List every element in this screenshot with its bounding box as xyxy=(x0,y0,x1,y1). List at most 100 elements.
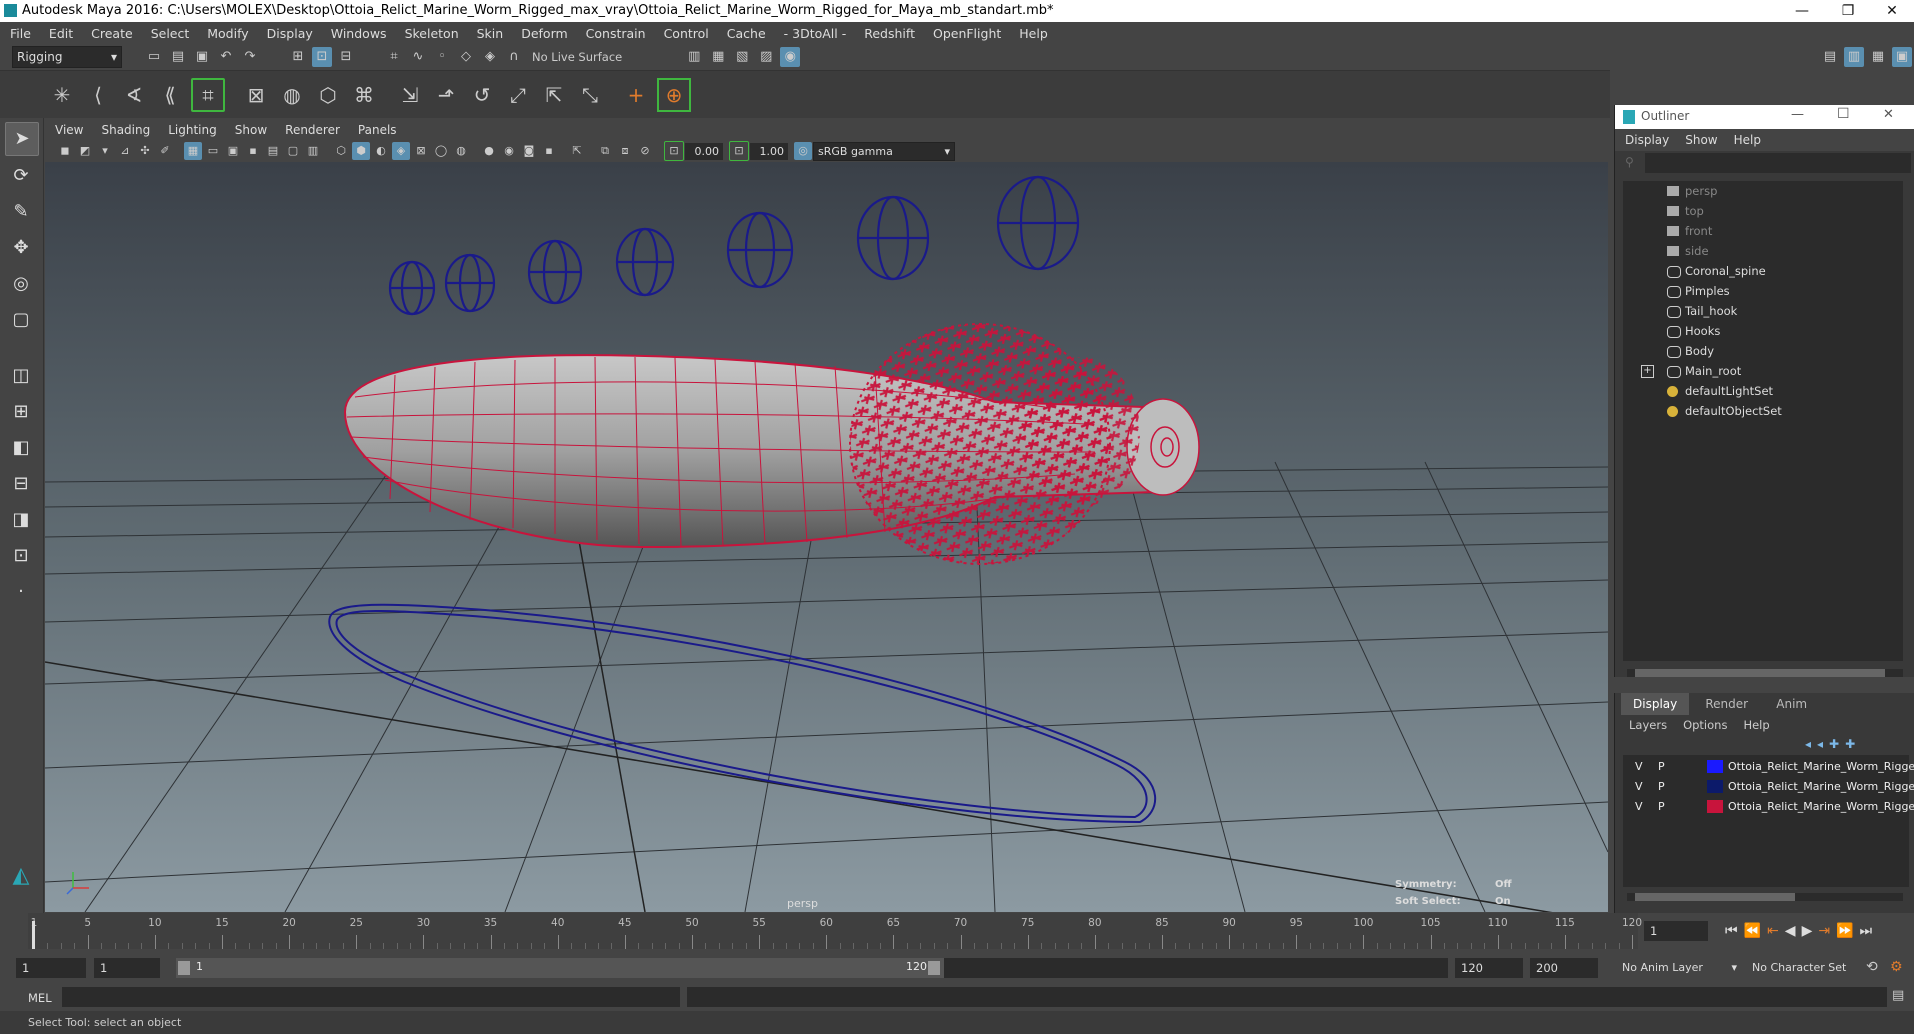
outliner-item-tail-hook[interactable]: Tail_hook xyxy=(1623,301,1903,321)
restore-button[interactable]: ❐ xyxy=(1826,0,1870,22)
outliner-horizontal-scrollbar[interactable] xyxy=(1627,669,1903,677)
playback-toggle[interactable]: P xyxy=(1658,797,1665,816)
time-slider[interactable]: 1510152025303540455055606570758085909510… xyxy=(0,913,1914,955)
attribute-editor-toggle-icon[interactable]: ▥ xyxy=(1844,47,1864,67)
persp-hypershade-layout-icon[interactable]: ◨ xyxy=(5,504,37,536)
visibility-toggle[interactable]: V xyxy=(1635,797,1643,816)
outliner-item-side[interactable]: side xyxy=(1623,241,1903,261)
ipr-render-icon[interactable]: ▧ xyxy=(732,47,752,67)
smooth-bind-icon[interactable]: ◍ xyxy=(277,80,307,110)
play-backward-icon[interactable]: ◀ xyxy=(1785,923,1796,939)
vp-menu-renderer[interactable]: Renderer xyxy=(285,123,340,137)
select-object-icon[interactable]: ⊡ xyxy=(312,47,332,67)
paint-weights-icon[interactable]: ⬡ xyxy=(313,80,343,110)
outliner-close-button[interactable]: ✕ xyxy=(1883,107,1894,122)
menuset-dropdown[interactable]: Rigging ▾ xyxy=(12,46,122,68)
menu-constrain[interactable]: Constrain xyxy=(586,26,646,41)
animation-start-field[interactable]: 1 xyxy=(16,958,86,978)
vp-menu-panels[interactable]: Panels xyxy=(358,123,397,137)
outliner-item-top[interactable]: top xyxy=(1623,201,1903,221)
paint-select-tool-icon[interactable]: ✎ xyxy=(5,196,37,228)
layer-color-swatch[interactable] xyxy=(1707,760,1723,773)
range-start-handle[interactable] xyxy=(178,961,190,975)
outliner-item-default-light-set[interactable]: defaultLightSet xyxy=(1623,381,1903,401)
anim-layer-dropdown[interactable]: No Anim Layer ▾ xyxy=(1622,961,1737,974)
field-chart-icon[interactable]: ▤ xyxy=(264,142,282,160)
command-language-label[interactable]: MEL xyxy=(28,991,52,1005)
anti-aliasing-icon[interactable]: ◙ xyxy=(520,142,538,160)
outliner-maximize-button[interactable]: ☐ xyxy=(1837,106,1850,122)
joint-tool-icon[interactable]: ✳ xyxy=(47,80,77,110)
step-forward-key-icon[interactable]: ⏩ xyxy=(1836,923,1853,939)
current-time-marker[interactable] xyxy=(32,921,35,949)
step-back-frame-icon[interactable]: ⇤ xyxy=(1767,923,1779,939)
vp-menu-show[interactable]: Show xyxy=(235,123,267,137)
range-slider[interactable]: 1 120 xyxy=(176,958,944,978)
shadows-icon[interactable]: ◍ xyxy=(452,142,470,160)
outliner-item-body[interactable]: Body xyxy=(1623,341,1903,361)
menu-cache[interactable]: Cache xyxy=(727,26,766,41)
bookmark-icon[interactable]: ▾ xyxy=(96,142,114,160)
layer-row[interactable]: V P Ottoia_Relict_Marine_Worm_Rigged xyxy=(1625,777,1914,796)
xray-icon[interactable]: ⧉ xyxy=(596,142,614,160)
set-key-icon[interactable]: ⊕ xyxy=(657,77,691,112)
menu-openflight[interactable]: OpenFlight xyxy=(933,26,1001,41)
time-ruler[interactable]: 1510152025303540455055606570758085909510… xyxy=(28,913,1642,949)
go-to-end-icon[interactable]: ⏭ xyxy=(1860,923,1873,939)
snap-grid-icon[interactable]: ⌗ xyxy=(384,47,404,67)
redo-icon[interactable]: ↷ xyxy=(240,47,260,67)
script-editor-icon[interactable]: ▤ xyxy=(1892,988,1904,1003)
outliner-item-persp[interactable]: persp xyxy=(1623,181,1903,201)
layer-row[interactable]: V P Ottoia_Relict_Marine_Worm_Rigged xyxy=(1625,757,1914,776)
pole-vector-icon[interactable]: ⤡ xyxy=(575,80,605,110)
vp-menu-shading[interactable]: Shading xyxy=(101,123,150,137)
color-space-dropdown[interactable]: sRGB gamma ▾ xyxy=(813,141,955,161)
step-back-key-icon[interactable]: ⏪ xyxy=(1744,923,1761,939)
outliner-layout-icon[interactable]: ⊡ xyxy=(5,540,37,572)
resolution-gate-icon[interactable]: ▣ xyxy=(224,142,242,160)
four-view-layout-icon[interactable]: ⊞ xyxy=(5,396,37,428)
open-scene-icon[interactable]: ▤ xyxy=(168,47,188,67)
close-button[interactable]: ✕ xyxy=(1870,0,1914,22)
menu-edit[interactable]: Edit xyxy=(49,26,73,41)
persp-graph-layout-icon[interactable]: ⊟ xyxy=(5,468,37,500)
gamma-field[interactable]: 1.00 xyxy=(750,142,788,160)
aim-constraint-icon[interactable]: ⇱ xyxy=(539,80,569,110)
render-settings-icon[interactable]: ▨ xyxy=(756,47,776,67)
exposure-icon[interactable]: ⊡ xyxy=(664,141,684,161)
cluster-icon[interactable]: ⇲ xyxy=(395,80,425,110)
tab-render[interactable]: Render xyxy=(1693,693,1760,715)
menu-display[interactable]: Display xyxy=(267,26,313,41)
go-to-start-icon[interactable]: ⏮ xyxy=(1725,923,1738,939)
outliner-minimize-button[interactable]: — xyxy=(1791,107,1804,122)
visibility-toggle[interactable]: V xyxy=(1635,757,1643,776)
select-component-icon[interactable]: ⊟ xyxy=(336,47,356,67)
single-perspective-layout-icon[interactable]: ◫ xyxy=(5,360,37,392)
outliner-menu-show[interactable]: Show xyxy=(1685,133,1717,147)
ik-handle-icon[interactable]: ⟨ xyxy=(83,80,113,110)
playback-end-field[interactable]: 120 xyxy=(1455,958,1523,978)
outliner-menu-display[interactable]: Display xyxy=(1625,133,1669,147)
expand-icon[interactable]: + xyxy=(1641,365,1654,378)
orient-constraint-icon[interactable]: ⤢ xyxy=(503,80,533,110)
menu-select[interactable]: Select xyxy=(151,26,190,41)
undo-icon[interactable]: ↶ xyxy=(216,47,236,67)
wireframe-on-shaded-icon[interactable]: ◈ xyxy=(392,142,410,160)
menu-file[interactable]: File xyxy=(10,26,31,41)
render-frame-icon[interactable]: ▦ xyxy=(708,47,728,67)
playback-start-field[interactable]: 1 xyxy=(94,958,160,978)
menu-skin[interactable]: Skin xyxy=(477,26,504,41)
layer-menu-options[interactable]: Options xyxy=(1683,718,1727,732)
isolate-select-icon[interactable]: ⇱ xyxy=(568,142,586,160)
film-gate-icon[interactable]: ▭ xyxy=(204,142,222,160)
exposure-field[interactable]: 0.00 xyxy=(685,142,723,160)
point-constraint-icon[interactable]: ↺ xyxy=(467,80,497,110)
outliner-item-hooks[interactable]: Hooks xyxy=(1623,321,1903,341)
character-set-dropdown[interactable]: No Character Set xyxy=(1752,961,1846,974)
magnet-icon[interactable]: ∩ xyxy=(504,47,524,67)
motion-blur-icon[interactable]: ◉ xyxy=(500,142,518,160)
move-tool-icon[interactable]: ✥ xyxy=(5,232,37,264)
depth-of-field-icon[interactable]: ▪ xyxy=(540,142,558,160)
camera-select-icon[interactable]: ◼ xyxy=(56,142,74,160)
minimize-button[interactable]: — xyxy=(1780,0,1824,22)
